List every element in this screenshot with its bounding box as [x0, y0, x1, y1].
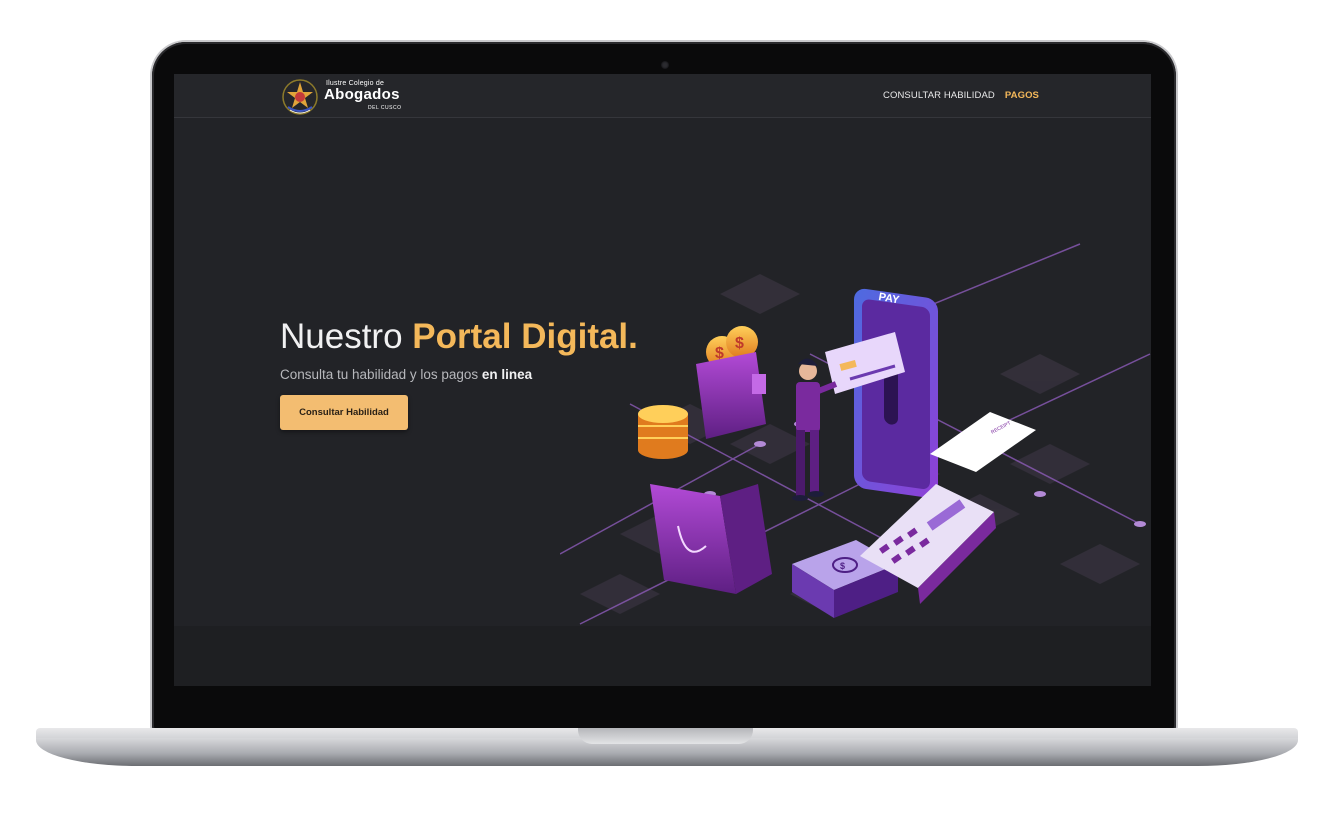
brand-line2: DEL CUSCO	[368, 105, 402, 111]
brand-name: Abogados	[324, 86, 400, 103]
nav-menu: CONSULTAR HABILIDAD PAGOS	[883, 90, 1039, 101]
shopping-bag-icon	[650, 484, 772, 594]
hero-subtitle-bold: en linea	[481, 367, 533, 382]
laptop-notch	[578, 728, 753, 744]
laptop-screen: Ilustre Colegio de Abogados DEL CUSCO CO…	[174, 74, 1151, 686]
smartphone-icon: PAY	[854, 288, 938, 498]
laptop-frame: Ilustre Colegio de Abogados DEL CUSCO CO…	[0, 0, 1329, 820]
wallet-icon: $ $	[696, 326, 766, 439]
hero-subtitle-plain: Consulta tu habilidad y los pagos	[280, 367, 479, 382]
hero-subtitle: Consulta tu habilidad y los pagos en lin…	[280, 367, 532, 382]
bar-association-emblem-icon	[282, 79, 318, 115]
brand-logo[interactable]: Ilustre Colegio de Abogados DEL CUSCO	[278, 77, 418, 117]
hero-title-plain: Nuestro	[280, 317, 403, 356]
coin-stack-icon	[638, 405, 688, 459]
navbar: Ilustre Colegio de Abogados DEL CUSCO CO…	[174, 74, 1151, 118]
webcam	[661, 61, 669, 69]
digital-payment-illustration: PAY $ $ $ RECEIPT	[560, 243, 1151, 625]
nav-consultar-habilidad[interactable]: CONSULTAR HABILIDAD	[883, 90, 995, 101]
consultar-habilidad-button[interactable]: Consultar Habilidad	[280, 395, 408, 430]
person-figure-icon	[792, 358, 838, 501]
nav-pagos[interactable]: PAGOS	[1005, 90, 1039, 101]
svg-text:$: $	[735, 335, 744, 352]
svg-text:$: $	[840, 561, 845, 571]
